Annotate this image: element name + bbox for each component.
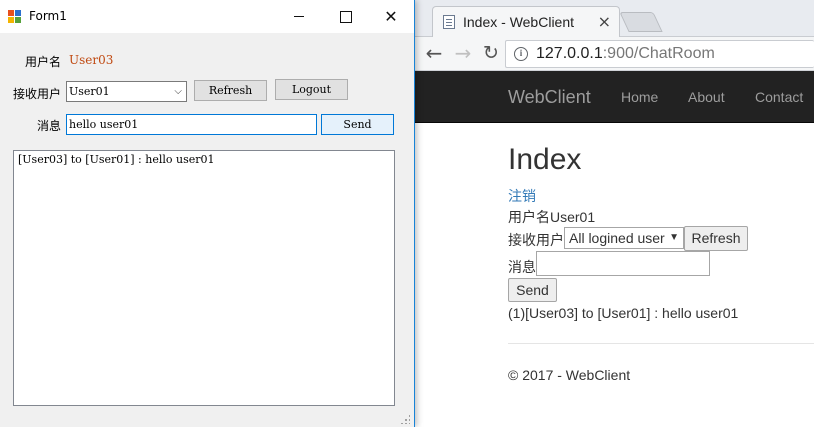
- forward-arrow-icon[interactable]: →: [452, 42, 474, 64]
- logout-link[interactable]: 注销: [508, 186, 536, 206]
- chevron-down-icon[interactable]: ⌵: [174, 82, 182, 101]
- close-icon[interactable]: ✕: [368, 0, 414, 33]
- web-recipient-select[interactable]: All logined user ▼: [564, 227, 684, 249]
- minimize-icon[interactable]: [276, 0, 322, 33]
- footer-divider: [508, 343, 814, 344]
- nav-link-home[interactable]: Home: [621, 89, 658, 105]
- logout-button[interactable]: Logout: [275, 79, 348, 100]
- site-info-icon[interactable]: i: [514, 47, 528, 61]
- web-refresh-button[interactable]: Refresh: [684, 226, 748, 251]
- maximize-icon[interactable]: [322, 0, 368, 33]
- recipient-combobox-value: User01: [69, 85, 110, 98]
- nav-link-contact[interactable]: Contact: [755, 89, 803, 105]
- nav-link-about[interactable]: About: [688, 89, 725, 105]
- web-send-button[interactable]: Send: [508, 278, 557, 302]
- url-path: :900/ChatRoom: [602, 45, 715, 62]
- page-favicon-icon: [443, 15, 455, 29]
- new-tab-button[interactable]: [619, 12, 663, 32]
- recipient-label: 接收用户: [13, 87, 62, 101]
- message-input[interactable]: hello user01: [66, 114, 317, 135]
- resize-grip-icon[interactable]: [400, 414, 410, 424]
- form-app-icon: [8, 10, 21, 23]
- form1-window: Form1 ✕ 用户名 User03 接收用户 User01 ⌵ Refresh…: [0, 0, 415, 427]
- form-title-bar[interactable]: Form1 ✕: [0, 0, 414, 33]
- navbar-brand[interactable]: WebClient: [508, 87, 591, 108]
- message-history-box[interactable]: [User03] to [User01] : hello user01: [13, 150, 395, 406]
- username-label: 用户名: [25, 55, 62, 69]
- web-recipient-label: 接收用户: [508, 232, 564, 248]
- web-message-input[interactable]: [536, 251, 710, 276]
- page-title: Index: [508, 143, 582, 176]
- url-host: 127.0.0.1: [536, 45, 603, 62]
- recipient-combobox[interactable]: User01 ⌵: [66, 81, 187, 102]
- history-line: [User03] to [User01] : hello user01: [18, 153, 215, 166]
- reload-icon[interactable]: ↻: [480, 42, 502, 64]
- dropdown-caret-icon: ▼: [669, 232, 679, 243]
- web-recipient-select-value: All logined user: [569, 230, 665, 246]
- username-value: User03: [69, 53, 114, 67]
- web-message-label: 消息: [508, 259, 536, 275]
- web-message-history: (1)[User03] to [User01] : hello user01: [508, 305, 739, 321]
- browser-tab[interactable]: Index - WebClient ×: [432, 6, 620, 37]
- refresh-button[interactable]: Refresh: [194, 80, 267, 101]
- address-bar[interactable]: i 127.0.0.1:900/ChatRoom: [505, 40, 814, 68]
- url-text: 127.0.0.1:900/ChatRoom: [536, 45, 715, 63]
- send-button[interactable]: Send: [321, 114, 394, 135]
- back-arrow-icon[interactable]: ←: [423, 42, 445, 64]
- form-title: Form1: [29, 9, 67, 23]
- tab-title: Index - WebClient: [463, 14, 575, 30]
- web-username-line: 用户名User01: [508, 209, 596, 225]
- message-label: 消息: [37, 119, 62, 133]
- tab-close-icon[interactable]: ×: [598, 12, 611, 31]
- page-footer: © 2017 - WebClient: [508, 367, 631, 383]
